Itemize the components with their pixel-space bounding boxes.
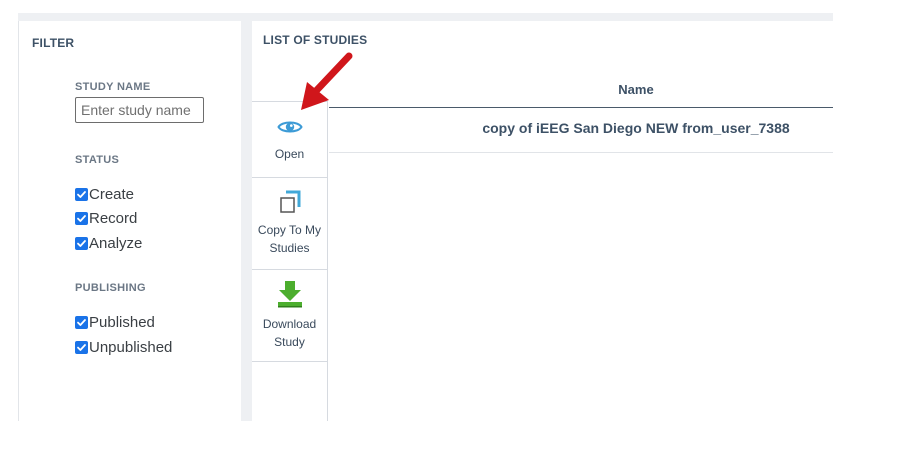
open-label: Open <box>274 147 305 161</box>
download-icon <box>276 280 304 308</box>
publishing-option-label: Unpublished <box>89 338 173 356</box>
study-name-label: STUDY NAME <box>75 81 151 93</box>
copy-icon <box>277 190 303 216</box>
download-label: Download Study <box>262 317 317 349</box>
status-option-record[interactable]: Record <box>75 208 137 228</box>
row-divider <box>329 152 833 153</box>
header-divider <box>329 107 833 108</box>
status-option-label: Record <box>89 209 138 227</box>
studies-title: LIST OF STUDIES <box>263 33 368 47</box>
publishing-option-label: Published <box>89 313 155 331</box>
status-option-analyze[interactable]: Analyze <box>75 233 142 253</box>
checkbox-checked-icon[interactable] <box>75 315 88 329</box>
publishing-label: PUBLISHING <box>75 282 146 294</box>
filter-title: FILTER <box>32 36 75 50</box>
checkbox-checked-icon[interactable] <box>75 187 88 201</box>
publishing-option-published[interactable]: Published <box>75 312 155 332</box>
status-option-label: Create <box>89 185 135 203</box>
checkbox-checked-icon[interactable] <box>75 236 88 250</box>
column-header-name[interactable]: Name <box>618 82 653 97</box>
status-label: STATUS <box>75 154 120 166</box>
copy-label: Copy To My Studies <box>257 223 322 255</box>
checkbox-checked-icon[interactable] <box>75 340 88 354</box>
red-arrow-icon <box>301 52 353 110</box>
table-row[interactable]: copy of iEEG San Diego NEW from_user_738… <box>482 120 789 136</box>
download-study-button[interactable]: Download Study <box>252 270 327 362</box>
status-option-label: Analyze <box>89 234 143 252</box>
study-name-input[interactable] <box>75 97 204 123</box>
status-option-create[interactable]: Create <box>75 184 134 204</box>
checkbox-checked-icon[interactable] <box>75 211 88 225</box>
panel-gutter <box>241 21 252 421</box>
top-strip <box>18 13 833 21</box>
publishing-option-unpublished[interactable]: Unpublished <box>75 337 172 357</box>
action-column: Open Copy To My Studies Download Study <box>252 101 328 421</box>
copy-to-my-studies-button[interactable]: Copy To My Studies <box>252 178 327 270</box>
eye-icon <box>276 119 303 135</box>
